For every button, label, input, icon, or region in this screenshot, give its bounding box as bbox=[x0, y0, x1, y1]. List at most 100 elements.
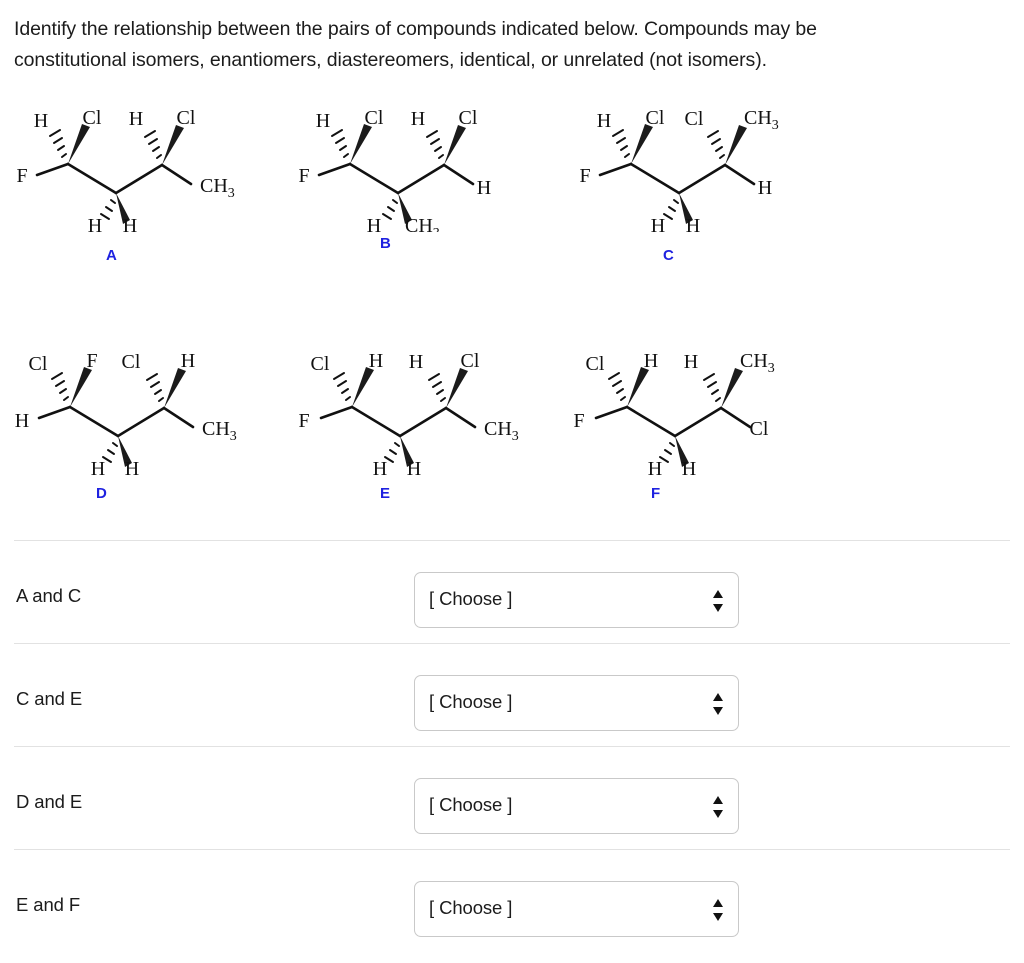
updown-arrows-icon bbox=[712, 898, 724, 922]
atom-label: F bbox=[573, 410, 584, 432]
pair-label: D and E bbox=[16, 791, 83, 812]
molecule-label-E: E bbox=[380, 485, 391, 502]
question-row: D and E [ Choose ] bbox=[14, 746, 1010, 849]
atom-label: Cl bbox=[459, 107, 478, 129]
atom-label: CH3 bbox=[484, 418, 519, 444]
question-row: C and E [ Choose ] bbox=[14, 643, 1010, 746]
atom-label: CH3 bbox=[744, 107, 779, 133]
atom-label: Cl bbox=[750, 418, 769, 440]
relationship-dropdown-e-f[interactable]: [ Choose ] bbox=[414, 881, 739, 937]
atom-label: F bbox=[298, 165, 309, 187]
wedge-bond-c1-up bbox=[70, 367, 92, 407]
atom-label: H bbox=[123, 215, 137, 232]
wedge-bond-c1-up bbox=[631, 124, 653, 164]
updown-arrows-icon bbox=[712, 589, 724, 613]
atom-label: CH3 bbox=[405, 215, 440, 232]
hash-bond-c2-down bbox=[100, 199, 116, 220]
atom-label: Cl bbox=[177, 107, 196, 129]
molecule-F-structure: Cl H F H H H CH3 Cl bbox=[573, 350, 775, 477]
relationship-dropdown-a-c[interactable]: [ Choose ] bbox=[414, 572, 739, 628]
hash-bond-c3-up bbox=[146, 373, 164, 402]
dropdown-value: [ Choose ] bbox=[429, 588, 513, 609]
atom-label: H bbox=[316, 110, 330, 132]
atom-label: H bbox=[367, 215, 381, 232]
atom-label: Cl bbox=[586, 353, 605, 375]
hash-bond-c1-up bbox=[51, 372, 69, 401]
atom-label: H bbox=[369, 350, 383, 372]
atom-label: Cl bbox=[122, 351, 141, 373]
atom-label: H bbox=[125, 458, 139, 477]
molecule-A: H Cl F H H H Cl CH3 A bbox=[10, 92, 300, 307]
hash-bond-c3-up bbox=[707, 130, 725, 159]
atom-label: H bbox=[88, 215, 102, 232]
wedge-bond-c3-up bbox=[446, 368, 468, 408]
molecule-E-structure: Cl H F H H H Cl CH3 bbox=[298, 350, 519, 477]
atom-label: H bbox=[644, 350, 658, 372]
atom-label: H bbox=[682, 458, 696, 477]
atom-label: CH3 bbox=[740, 350, 775, 376]
atom-label: H bbox=[411, 108, 425, 130]
dropdown-value: [ Choose ] bbox=[429, 794, 513, 815]
atom-label: H bbox=[15, 410, 29, 432]
hash-bond-c2-down bbox=[382, 199, 398, 220]
pair-label: E and F bbox=[16, 894, 81, 915]
atom-label: H bbox=[597, 110, 611, 132]
question-row: E and F [ Choose ] bbox=[14, 849, 1010, 952]
molecule-B: H Cl F H CH3 H Cl H B bbox=[292, 92, 582, 307]
question-row: A and C [ Choose ] bbox=[14, 540, 1010, 643]
atom-label: H bbox=[409, 351, 423, 373]
hash-bond-c3-up bbox=[703, 373, 721, 402]
relationship-dropdown-d-e[interactable]: [ Choose ] bbox=[414, 778, 739, 834]
atom-label: H bbox=[477, 177, 491, 199]
atom-label: CH3 bbox=[200, 175, 235, 201]
atom-label: H bbox=[648, 458, 662, 477]
hash-bond-c1-up bbox=[612, 129, 630, 158]
molecule-E: Cl H F H H H Cl CH3 E bbox=[290, 337, 580, 552]
hash-bond-c1-up bbox=[49, 129, 67, 158]
atom-label: H bbox=[407, 458, 421, 477]
atom-label: H bbox=[651, 215, 665, 232]
wedge-bond-c1-up bbox=[352, 367, 374, 407]
atom-label: H bbox=[34, 110, 48, 132]
molecule-C-structure: H Cl F H H Cl CH3 H bbox=[579, 107, 779, 232]
prompt-line-2: constitutional isomers, enantiomers, dia… bbox=[14, 49, 767, 71]
hash-bond-c1-up bbox=[608, 372, 626, 401]
molecule-B-structure: H Cl F H CH3 H Cl H bbox=[298, 107, 491, 232]
dropdown-value: [ Choose ] bbox=[429, 897, 513, 918]
molecule-C: H Cl F H H Cl CH3 H C bbox=[573, 92, 863, 307]
wedge-bond-c1-up bbox=[350, 124, 372, 164]
molecule-label-B: B bbox=[380, 235, 391, 252]
hash-bond-c3-up bbox=[428, 373, 446, 402]
atom-label: F bbox=[298, 410, 309, 432]
atom-label: H bbox=[91, 458, 105, 477]
atom-label: H bbox=[684, 351, 698, 373]
wedge-bond-c3-up bbox=[725, 125, 747, 165]
molecule-label-C: C bbox=[663, 247, 674, 264]
molecule-label-A: A bbox=[106, 247, 117, 264]
wedge-bond-c1-up bbox=[68, 124, 90, 164]
atom-label: Cl bbox=[685, 108, 704, 130]
wedge-bond-c3-up bbox=[444, 125, 466, 165]
molecule-F: Cl H F H H H CH3 Cl F bbox=[565, 337, 855, 552]
relationship-dropdown-c-e[interactable]: [ Choose ] bbox=[414, 675, 739, 731]
atom-label: CH3 bbox=[202, 418, 237, 444]
molecule-D: Cl F H H H Cl H CH3 D bbox=[8, 337, 298, 552]
atom-label: Cl bbox=[461, 350, 480, 372]
atom-label: H bbox=[129, 108, 143, 130]
atom-label: Cl bbox=[646, 107, 665, 129]
molecule-grid: H Cl F H H H Cl CH3 A H Cl F H CH H Cl H… bbox=[0, 92, 1024, 532]
prompt-line-1: Identify the relationship between the pa… bbox=[14, 18, 817, 40]
hash-bond-c1-up bbox=[331, 129, 349, 158]
wedge-bond-c1-up bbox=[627, 367, 649, 407]
atom-label: F bbox=[86, 350, 97, 372]
pair-label: C and E bbox=[16, 688, 83, 709]
wedge-bond-c3-up bbox=[721, 368, 743, 408]
hash-bond-c2-down bbox=[663, 199, 679, 220]
molecule-label-D: D bbox=[96, 485, 107, 502]
hash-bond-c3-up bbox=[426, 130, 444, 159]
wedge-bond-c3-up bbox=[162, 125, 184, 165]
molecule-label-F: F bbox=[651, 485, 661, 502]
atom-label: Cl bbox=[29, 353, 48, 375]
molecule-D-structure: Cl F H H H Cl H CH3 bbox=[15, 350, 237, 477]
atom-label: F bbox=[579, 165, 590, 187]
